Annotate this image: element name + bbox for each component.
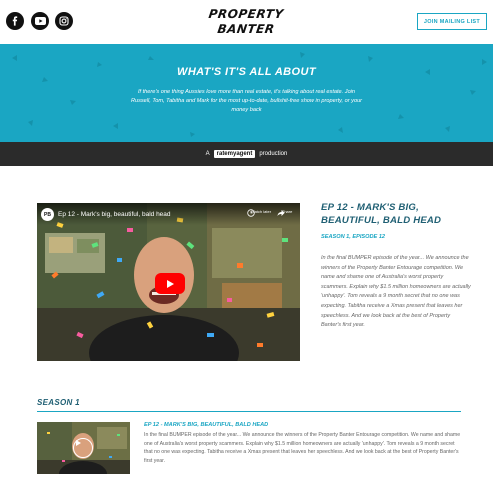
- featured-episode-description: In the final BUMPER episode of the year.…: [321, 255, 471, 329]
- share-button[interactable]: Share: [277, 209, 297, 216]
- production-bar: A ratemyagent production: [0, 142, 493, 166]
- production-suffix: production: [259, 151, 288, 157]
- logo-line-1: PROPERTY: [207, 7, 285, 21]
- episode-thumbnail[interactable]: [37, 422, 130, 474]
- clock-icon: [247, 209, 255, 217]
- featured-episode-subtitle: SEASON 1, EPISODE 12: [321, 234, 386, 240]
- hero-title: WHAT'S IT'S ALL ABOUT: [177, 66, 316, 78]
- season-divider: [37, 411, 461, 412]
- youtube-play-button[interactable]: [155, 273, 185, 294]
- channel-avatar[interactable]: PB: [41, 208, 54, 221]
- ratemyagent-logo[interactable]: ratemyagent: [213, 150, 256, 158]
- episode-title-link[interactable]: EP 12 - MARK'S BIG, BEAUTIFUL, BALD HEAD: [144, 422, 268, 428]
- property-banter-logo[interactable]: PROPERTY BANTER: [206, 7, 286, 39]
- production-prefix: A: [205, 151, 210, 157]
- site-header: PROPERTY BANTER JOIN MAILING LIST: [0, 0, 493, 44]
- play-icon: [167, 279, 174, 288]
- logo-line-2: BANTER: [216, 22, 276, 36]
- facebook-icon[interactable]: [6, 12, 24, 30]
- featured-episode-title: EP 12 - MARK'S BIG, BEAUTIFUL, BALD HEAD: [321, 202, 442, 226]
- video-title[interactable]: Ep 12 - Mark's big, beautiful, bald head: [58, 211, 171, 218]
- join-mailing-list-button[interactable]: JOIN MAILING LIST: [417, 13, 487, 30]
- season-heading: SEASON 1: [37, 398, 80, 407]
- watch-later-button[interactable]: Watch later: [247, 209, 275, 217]
- episode-description: In the final BUMPER episode of the year.…: [144, 432, 461, 464]
- play-icon: [76, 440, 81, 446]
- share-icon: [277, 210, 285, 216]
- youtube-icon[interactable]: [31, 12, 49, 30]
- instagram-icon[interactable]: [55, 12, 73, 30]
- hero-banner: WHAT'S IT'S ALL ABOUT If there's one thi…: [0, 44, 493, 142]
- hero-description: If there's one thing Aussies love more t…: [130, 89, 363, 113]
- play-circle-icon[interactable]: [73, 438, 93, 458]
